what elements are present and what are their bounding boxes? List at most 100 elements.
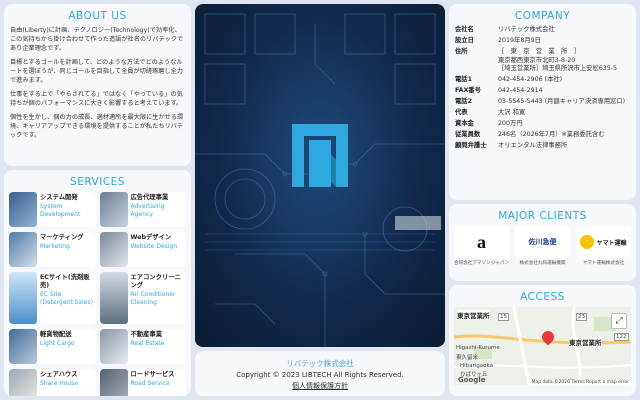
google-map[interactable]: 東京営業所 ⤢ 東京営業所 Higashi-Kurume 東久留米 Hibari… bbox=[454, 307, 631, 385]
service-card-real-estate[interactable]: 不動産事業 Real Estate bbox=[99, 329, 186, 364]
service-name: システム開発 bbox=[40, 194, 78, 201]
about-section: ABOUT US 自由(Liberty)に計画、テクノロジー(Technolog… bbox=[4, 4, 191, 166]
service-name: 広告代理事業 bbox=[130, 194, 169, 201]
map-place-label: Hibarigaoka bbox=[460, 363, 493, 369]
map-route-badge: 122 bbox=[614, 333, 629, 341]
about-title: ABOUT US bbox=[68, 10, 127, 22]
company-row: 資本金 200万円 bbox=[455, 120, 630, 129]
map-route-badge: 23 bbox=[576, 313, 587, 321]
company-row: 住所 ［ 東 京 営 業 所 ］ 東京都西東京市北町3-8-20 ［埼玉営業所］埼… bbox=[455, 48, 630, 74]
service-name-en: Marketing bbox=[40, 243, 70, 250]
company-row: 会社名 リバテック株式会社 bbox=[455, 26, 630, 35]
company-row-value: ［ 東 京 営 業 所 ］ 東京都西東京市北町3-8-20 ［埼玉営業所］埼玉県… bbox=[498, 48, 618, 72]
services-grid: システム開発 System Development 広告代理事業 Advertisi… bbox=[9, 192, 186, 396]
client-yamato: ヤマト運輸 ヤマト運輸株式会社 bbox=[576, 226, 631, 266]
company-row: 電話2 03-5545-5443 (月額キャリア決済専用窓口) bbox=[455, 98, 630, 107]
google-logo: Google bbox=[458, 376, 486, 384]
company-row-key: 住所 bbox=[455, 48, 468, 55]
service-card-marketing[interactable]: マーケティング Marketing bbox=[9, 232, 96, 267]
company-section: COMPANY 会社名 リバテック株式会社 設立日 2019年8月9日 住所 ［ 東 … bbox=[449, 4, 636, 200]
service-card-road-service[interactable]: ロードサービス Road Service bbox=[99, 369, 186, 396]
footer-copyright: Copyright © 2023 LIBTECH All Rights Rese… bbox=[236, 371, 404, 379]
service-card-advertising[interactable]: 広告代理事業 Advertising Agency bbox=[99, 192, 186, 227]
service-name: ロードサービス bbox=[130, 371, 175, 378]
service-name-en: Advertising Agency bbox=[130, 203, 165, 218]
company-row-key: 電話1 bbox=[455, 76, 472, 83]
company-row-key: 顧問弁護士 bbox=[455, 142, 487, 149]
service-photo bbox=[9, 192, 37, 227]
service-photo bbox=[9, 369, 37, 396]
client-caption: ヤマト運輸株式会社 bbox=[582, 261, 625, 266]
service-name: 軽貨物配送 bbox=[40, 331, 72, 338]
company-row: 顧問弁護士 オリエンタル法律事務所 bbox=[455, 142, 630, 151]
service-card-light-cargo[interactable]: 軽貨物配送 Light Cargo bbox=[9, 329, 96, 364]
service-name-en: EC Site (Detergent Sales) bbox=[40, 291, 93, 306]
client-sagawa: 佐川急便 株式会社丸和運輸機関 bbox=[515, 226, 570, 266]
service-photo bbox=[99, 192, 128, 227]
service-name-en: Share House bbox=[40, 380, 79, 387]
company-row-value: リバテック株式会社 bbox=[498, 26, 555, 33]
footer: リバテック株式会社 Copyright © 2023 LIBTECH All R… bbox=[195, 351, 445, 396]
service-photo bbox=[99, 329, 128, 364]
footer-company-name: リバテック株式会社 bbox=[286, 359, 354, 368]
client-caption: 株式会社丸和運輸機関 bbox=[519, 261, 566, 266]
company-row-key: 資本金 bbox=[455, 120, 474, 127]
services-title: SERVICES bbox=[70, 176, 125, 188]
service-name: 不動産事業 bbox=[130, 331, 162, 338]
map-marker-label: 東京営業所 bbox=[569, 337, 602, 347]
about-paragraph: 目標とするゴールを計画して、どのような方法でどのようなルートを選ぼうが、同じゴー… bbox=[10, 59, 183, 84]
service-photo bbox=[99, 272, 128, 324]
service-card-system-development[interactable]: システム開発 System Development bbox=[9, 192, 96, 227]
map-place-label: 東久留米 bbox=[456, 355, 479, 361]
service-name: Webデザイン bbox=[130, 234, 172, 241]
service-name: ECサイト(洗剤販売) bbox=[40, 274, 90, 289]
service-photo bbox=[99, 369, 128, 396]
company-row-value: 042-454-2914 bbox=[498, 87, 543, 94]
circuit-background bbox=[195, 13, 445, 347]
map-place-title: 東京営業所 bbox=[457, 310, 490, 320]
company-row-value: 200万円 bbox=[498, 120, 523, 127]
service-card-ec-site[interactable]: ECサイト(洗剤販売) EC Site (Detergent Sales) bbox=[9, 272, 96, 324]
company-title: COMPANY bbox=[514, 10, 571, 22]
company-row: 設立日 2019年8月9日 bbox=[455, 37, 630, 46]
service-name-en: Light Cargo bbox=[40, 340, 75, 347]
hero-image bbox=[195, 4, 445, 347]
company-logo-mark bbox=[292, 124, 348, 187]
company-row: 代表 大沢 和寛 bbox=[455, 109, 630, 118]
company-row-value: 042-454-2906 (本社) bbox=[498, 76, 563, 83]
map-attribution[interactable]: Map data ©2026 Terms Report a map error bbox=[529, 380, 631, 385]
service-card-aircon-cleaning[interactable]: エアコンクリーニング Air Conditioner Cleaning bbox=[99, 272, 186, 324]
service-card-web-design[interactable]: Webデザイン Website Design bbox=[99, 232, 186, 267]
privacy-policy-link[interactable]: 個人情報保護方針 bbox=[195, 381, 445, 391]
service-name-en: Real Estate bbox=[130, 340, 165, 347]
about-paragraph: 個性を生かし、個の力の成長、適材適所を最大限に生かせる環境、キャリアアップできる… bbox=[10, 114, 184, 139]
access-title: ACCESS bbox=[520, 291, 565, 303]
expand-map-icon[interactable]: ⤢ bbox=[611, 313, 627, 329]
about-paragraph: 仕事をする上で「やらされてる」ではなく「やっている」の気持ちが個のパフォーマンス… bbox=[10, 91, 183, 107]
company-row-value: 03-5545-5443 (月額キャリア決済専用窓口) bbox=[498, 98, 626, 105]
company-row-value: オリエンタル法律事務所 bbox=[498, 142, 568, 149]
access-section: ACCESS 東京営業所 ⤢ 東京営業所 Higashi-Kurume 東久留米… bbox=[449, 285, 636, 396]
company-row-value: 246名（2026年7月）※業務委託含む bbox=[498, 131, 605, 138]
service-name-en: Website Design bbox=[130, 243, 178, 250]
service-name-en: Air Conditioner Cleaning bbox=[130, 291, 176, 306]
clients-title: MAJOR CLIENTS bbox=[498, 210, 587, 222]
service-name: エアコンクリーニング bbox=[130, 274, 181, 289]
sagawa-logo: 佐川急便 bbox=[515, 226, 570, 258]
clients-section: MAJOR CLIENTS a 合同会社アマゾンジャパン 佐川急便 株式会社丸和… bbox=[449, 204, 636, 281]
service-name: シェアハウス bbox=[40, 371, 78, 378]
company-row: 従業員数 246名（2026年7月）※業務委託含む bbox=[455, 131, 630, 140]
yamato-logo: ヤマト運輸 bbox=[576, 226, 631, 258]
company-row: 電話1 042-454-2906 (本社) bbox=[455, 76, 630, 85]
service-name-en: System Development bbox=[40, 203, 81, 218]
service-card-share-house[interactable]: シェアハウス Share House bbox=[9, 369, 96, 396]
about-paragraph: 自由(Liberty)に計画、テクノロジー(Technology)で効率化、この… bbox=[10, 27, 184, 52]
service-photo bbox=[9, 232, 37, 267]
service-photo bbox=[9, 329, 37, 364]
company-row: FAX番号 042-454-2914 bbox=[455, 87, 630, 96]
company-row-key: 会社名 bbox=[455, 26, 474, 33]
services-section: SERVICES システム開発 System Development 広告代理事業… bbox=[4, 170, 191, 396]
map-place-label: Higashi-Kurume bbox=[456, 345, 500, 351]
company-row-key: FAX番号 bbox=[455, 87, 481, 94]
map-route-badge: 15 bbox=[498, 313, 509, 321]
